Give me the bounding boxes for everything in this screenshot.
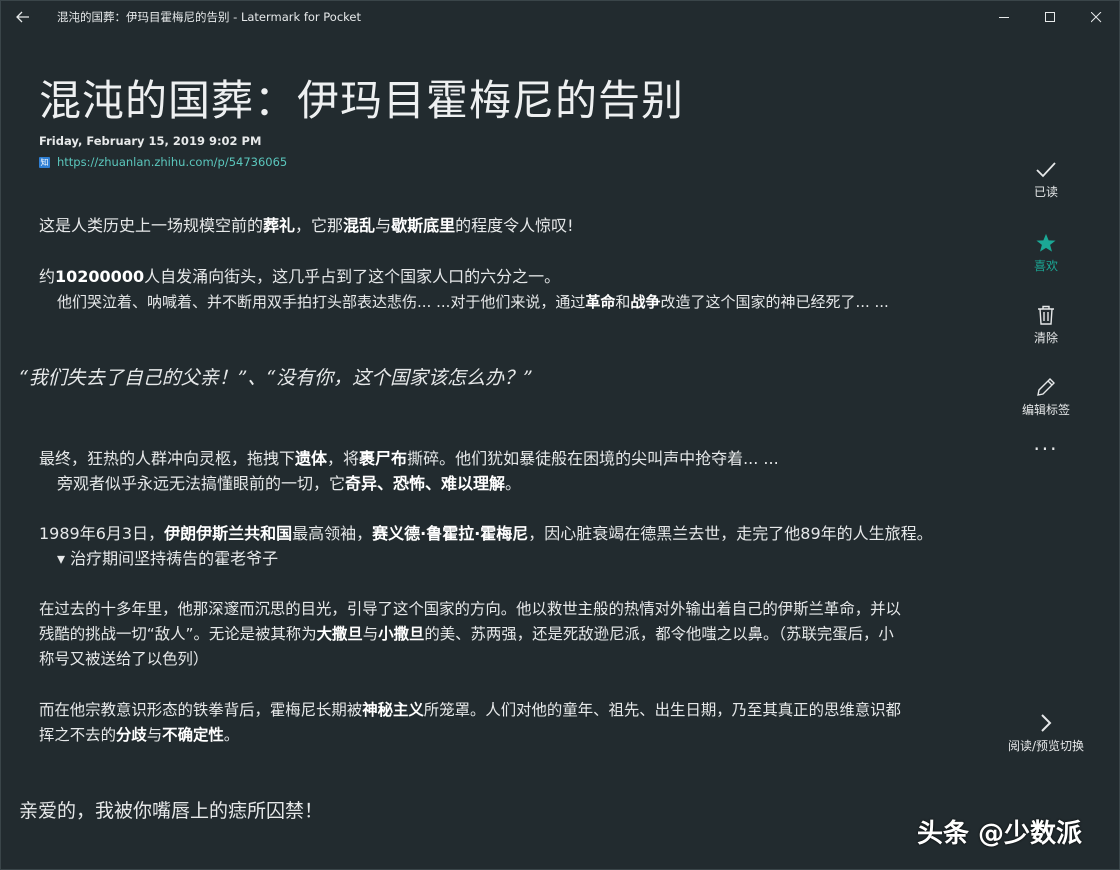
article-view[interactable]: 混沌的国葬：伊玛目霍梅尼的告别 Friday, February 15, 201…	[1, 33, 1001, 869]
chevron-right-icon	[1041, 714, 1052, 732]
maximize-icon	[1044, 11, 1055, 22]
close-icon	[1090, 11, 1101, 22]
star-icon	[1036, 233, 1056, 252]
edit-tags-label: 编辑标签	[1021, 403, 1070, 417]
article-headline: 混沌的国葬：伊玛目霍梅尼的告别	[39, 76, 685, 125]
edit-tags-button[interactable]: 编辑标签	[1001, 377, 1091, 418]
paragraph-5-line-3: 称号又被送给了以色列）	[39, 650, 209, 668]
more-icon: ···	[1033, 437, 1059, 461]
delete-label: 清除	[1033, 331, 1058, 345]
back-button[interactable]	[1, 1, 45, 33]
source-link[interactable]: https://zhuanlan.zhihu.com/p/54736065	[57, 155, 287, 169]
pull-quote: “我们失去了自己的父亲！”、“没有你，这个国家该怎么办？”	[19, 367, 533, 389]
closing-line: 亲爱的，我被你嘴唇上的痣所囚禁！	[19, 800, 324, 822]
pencil-icon	[1037, 378, 1055, 396]
paragraph-1: 这是人类历史上一场规模空前的葬礼，它那混乱与歇斯底里的程度令人惊叹!	[39, 216, 574, 235]
mark-read-label: 已读	[1033, 185, 1058, 199]
paragraph-6: 而在他宗教意识形态的铁拳背后，霍梅尼长期被神秘主义所笼罩。人们对他的童年、祖先、…	[39, 701, 901, 719]
title-bar: 混沌的国葬：伊玛目霍梅尼的告别 - Latermark for Pocket	[1, 1, 1119, 33]
read-preview-toggle[interactable]: 阅读/预览切换	[997, 713, 1095, 754]
favorite-button[interactable]: 喜欢	[1001, 233, 1091, 274]
maximize-button[interactable]	[1027, 1, 1073, 33]
paragraph-3: 最终，狂热的人群冲向灵柩，拖拽下遗体，将裹尸布撕碎。他们犹如暴徒般在困境的尖叫声…	[39, 449, 779, 468]
close-button[interactable]	[1073, 1, 1119, 33]
paragraph-2: 约10200000人自发涌向街头，这几乎占到了这个国家人口的六分之一。	[39, 267, 561, 286]
article-source: 知 https://zhuanlan.zhihu.com/p/54736065	[39, 155, 287, 169]
trash-icon	[1038, 305, 1054, 325]
paragraph-6-line-2: 挥之不去的分歧与不确定性。	[39, 726, 240, 744]
paragraph-3-cont: 旁观者似乎永远无法搞懂眼前的一切，它奇异、恐怖、难以理解。	[57, 474, 522, 493]
minimize-button[interactable]	[981, 1, 1027, 33]
watermark: 头条 @少数派	[917, 819, 1083, 849]
image-caption: ▾ 治疗期间坚持祷告的霍老爷子	[57, 549, 279, 568]
paragraph-2-cont: 他们哭泣着、呐喊着、并不断用双手拍打头部表达悲伤... ...对于他们来说，通过…	[57, 293, 889, 311]
mark-read-button[interactable]: 已读	[1001, 161, 1091, 200]
favorite-label: 喜欢	[1033, 259, 1058, 273]
minimize-icon	[998, 16, 1009, 18]
article-date: Friday, February 15, 2019 9:02 PM	[39, 134, 262, 148]
read-preview-label: 阅读/预览切换	[1007, 739, 1085, 753]
window-title: 混沌的国葬：伊玛目霍梅尼的告别 - Latermark for Pocket	[57, 10, 362, 24]
arrow-left-icon	[16, 11, 29, 23]
paragraph-4: 1989年6月3日，伊朗伊斯兰共和国最高领袖，赛义德·鲁霍拉·霍梅尼，因心脏衰竭…	[39, 524, 933, 543]
zhihu-icon: 知	[39, 156, 50, 168]
delete-button[interactable]: 清除	[1001, 305, 1091, 346]
paragraph-5: 在过去的十多年里，他那深邃而沉思的目光，引导了这个国家的方向。他以救世主般的热情…	[39, 600, 901, 618]
more-button[interactable]: ···	[1001, 437, 1091, 461]
paragraph-5-line-2: 残酷的挑战一切“敌人”。无论是被其称为大撒旦与小撒旦的美、苏两强，还是死敌逊尼派…	[39, 625, 894, 643]
check-icon	[1036, 162, 1056, 178]
